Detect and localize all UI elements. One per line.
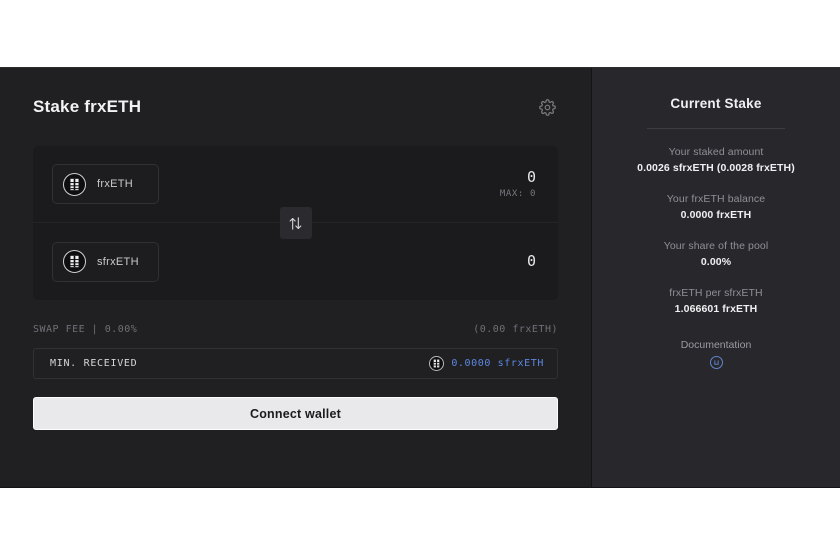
current-stake-panel: Current Stake Your staked amount 0.0026 … [591, 68, 840, 487]
swap-fee-label: SWAP FEE | 0.00% [33, 323, 138, 335]
documentation-label: Documentation [680, 339, 752, 352]
swap-fee-row: SWAP FEE | 0.00% (0.00 frxETH) [33, 322, 558, 336]
stat-frxeth-per-sfrxeth: frxETH per sfrxETH 1.066601 frxETH [610, 286, 822, 317]
stat-frxeth-balance: Your frxETH balance 0.0000 frxETH [610, 192, 822, 223]
stat-value: 0.0000 frxETH [680, 209, 752, 222]
frxeth-token-icon [63, 172, 86, 196]
stake-panel-header: Stake frxETH [33, 94, 558, 120]
stat-label: Your staked amount [668, 146, 764, 158]
token-label-from: frxETH [97, 178, 134, 190]
amount-input-from[interactable]: 0 [527, 169, 536, 185]
swap-fee-value: (0.00 frxETH) [473, 323, 558, 335]
max-balance-label[interactable]: MAX: 0 [500, 189, 536, 199]
stat-value: 1.066601 frxETH [674, 302, 758, 315]
info-circle-icon[interactable] [709, 356, 723, 370]
stat-label: frxETH per sfrxETH [669, 286, 763, 299]
documentation-icon-wrap [610, 356, 822, 370]
min-received-row: MIN. RECEIVED 0.0000 sfrxETH [33, 348, 558, 379]
swap-direction-button[interactable] [279, 207, 312, 239]
swap-vertical-arrows-icon [289, 216, 302, 230]
app-root: Stake frxETH frxETH 0 MAX: 0 sfrxETH 0 S… [0, 0, 840, 560]
sfrxeth-token-icon [429, 356, 445, 371]
current-stake-title: Current Stake [670, 96, 762, 111]
stat-label: Your share of the pool [663, 239, 769, 252]
connect-wallet-button[interactable]: Connect wallet [33, 397, 558, 430]
stake-card: Stake frxETH frxETH 0 MAX: 0 sfrxETH 0 S… [0, 67, 840, 488]
token-label-to: sfrxETH [97, 255, 139, 268]
stat-label: Your frxETH balance [666, 192, 766, 205]
documentation-link[interactable]: Documentation [610, 339, 822, 370]
stat-staked-amount: Your staked amount 0.0026 sfrxETH (0.002… [610, 145, 822, 176]
stat-value: 0.0026 sfrxETH (0.0028 frxETH) [637, 162, 795, 175]
amount-input-to[interactable]: 0 [527, 254, 536, 269]
stake-panel: Stake frxETH frxETH 0 MAX: 0 sfrxETH 0 S… [0, 68, 591, 487]
token-select-to[interactable]: sfrxETH [52, 241, 159, 282]
swap-container: frxETH 0 MAX: 0 sfrxETH 0 [33, 146, 558, 300]
amount-column-to: 0 [527, 254, 536, 269]
amount-column-from: 0 MAX: 0 [500, 169, 536, 199]
stat-value: 0.00% [700, 255, 732, 268]
min-received-value: 0.0000 sfrxETH [451, 358, 544, 369]
gear-icon[interactable] [536, 96, 558, 118]
token-select-from[interactable]: frxETH [52, 164, 159, 204]
min-received-value-group: 0.0000 sfrxETH [429, 356, 544, 371]
divider [647, 128, 785, 129]
page-title: Stake frxETH [33, 97, 142, 116]
min-received-label: MIN. RECEIVED [50, 358, 138, 369]
stat-pool-share: Your share of the pool 0.00% [610, 239, 822, 270]
sfrxeth-token-icon [63, 250, 86, 273]
